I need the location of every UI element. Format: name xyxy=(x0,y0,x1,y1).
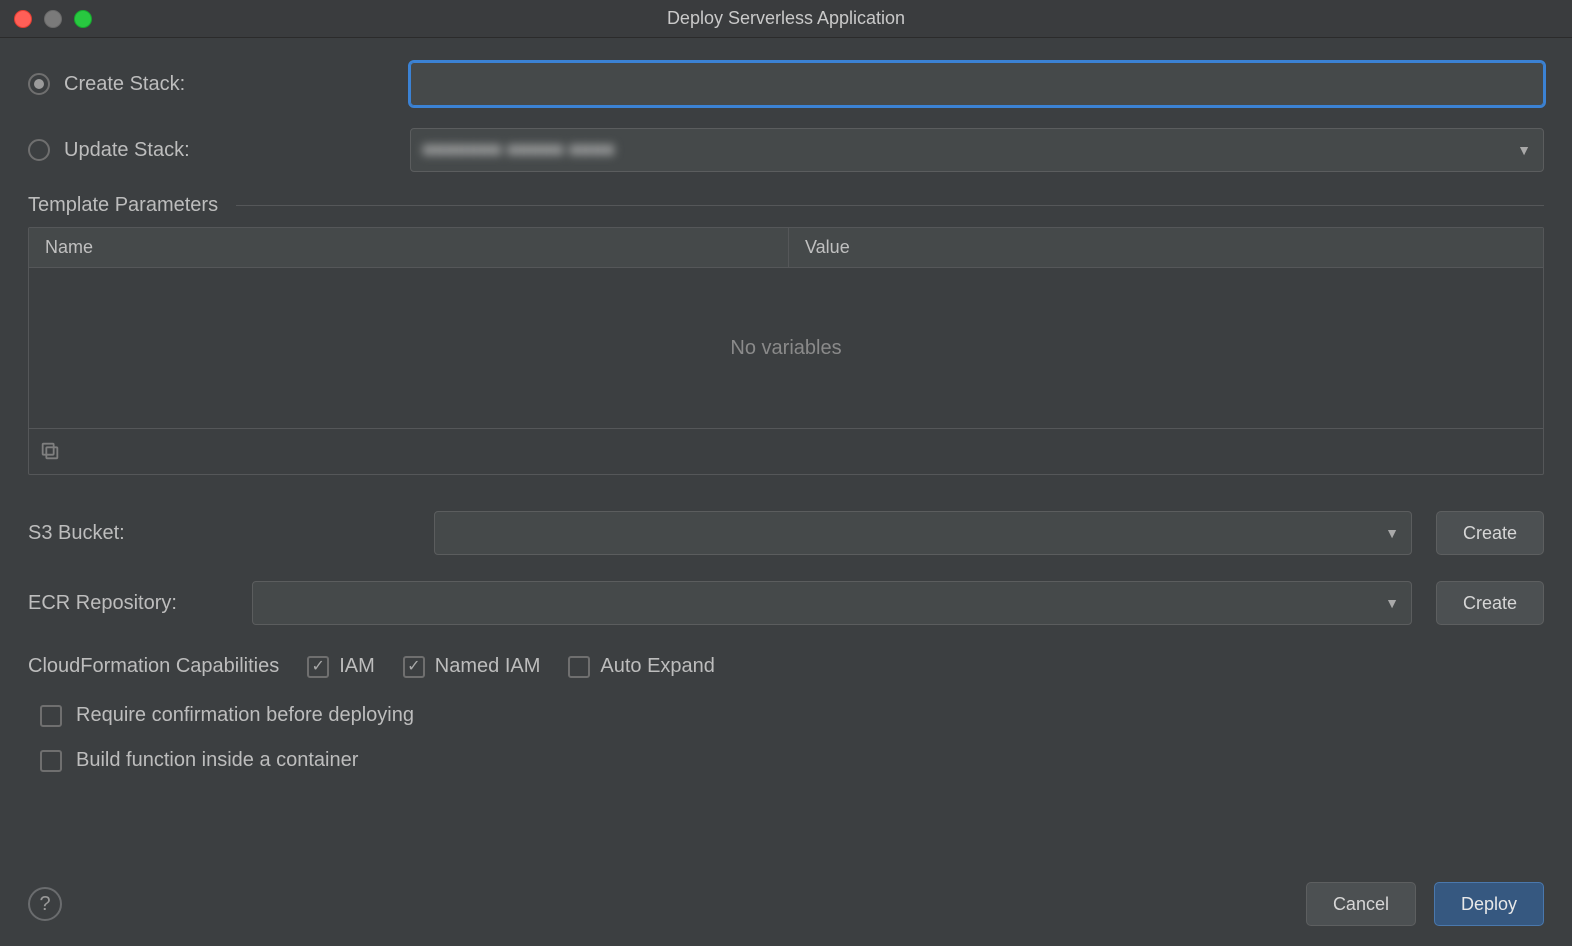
build-container-checkbox[interactable] xyxy=(40,750,62,772)
chevron-down-icon: ▼ xyxy=(1385,525,1399,541)
s3-bucket-select[interactable]: ▼ xyxy=(434,511,1412,555)
create-stack-radio[interactable] xyxy=(28,73,50,95)
help-button[interactable]: ? xyxy=(28,887,62,921)
column-value[interactable]: Value xyxy=(789,237,866,258)
ecr-repository-label: ECR Repository: xyxy=(28,592,177,615)
column-name[interactable]: Name xyxy=(29,228,789,267)
window-title: Deploy Serverless Application xyxy=(667,8,905,29)
create-ecr-repository-button[interactable]: Create xyxy=(1436,581,1544,625)
auto-expand-checkbox[interactable] xyxy=(568,656,590,678)
create-stack-input[interactable] xyxy=(410,62,1544,106)
named-iam-checkbox[interactable] xyxy=(403,656,425,678)
update-stack-select[interactable]: ■■■■■■■ ■■■■■ ■■■■ ▼ xyxy=(410,128,1544,172)
zoom-window-button[interactable] xyxy=(74,10,92,28)
create-s3-bucket-button[interactable]: Create xyxy=(1436,511,1544,555)
s3-bucket-label: S3 Bucket: xyxy=(28,522,125,545)
deploy-button[interactable]: Deploy xyxy=(1434,882,1544,926)
window-controls xyxy=(14,10,92,28)
table-header: Name Value xyxy=(29,228,1543,268)
require-confirmation-checkbox[interactable] xyxy=(40,705,62,727)
separator xyxy=(236,205,1544,206)
table-toolbar xyxy=(29,428,1543,474)
copy-icon[interactable] xyxy=(39,440,63,464)
table-empty-state: No variables xyxy=(29,268,1543,428)
chevron-down-icon: ▼ xyxy=(1385,595,1399,611)
chevron-down-icon: ▼ xyxy=(1517,142,1531,158)
template-parameters-label: Template Parameters xyxy=(28,194,218,217)
iam-checkbox[interactable] xyxy=(307,656,329,678)
update-stack-label: Update Stack: xyxy=(64,139,190,162)
capabilities-label: CloudFormation Capabilities xyxy=(28,655,279,678)
cancel-button[interactable]: Cancel xyxy=(1306,882,1416,926)
template-parameters-header: Template Parameters xyxy=(28,194,1544,217)
update-stack-radio[interactable] xyxy=(28,139,50,161)
auto-expand-label: Auto Expand xyxy=(600,655,715,678)
template-parameters-table: Name Value No variables xyxy=(28,227,1544,475)
create-stack-label: Create Stack: xyxy=(64,73,185,96)
build-container-label: Build function inside a container xyxy=(76,749,358,772)
ecr-repository-select[interactable]: ▼ xyxy=(252,581,1412,625)
update-stack-selected: ■■■■■■■ ■■■■■ ■■■■ xyxy=(423,140,615,160)
named-iam-label: Named IAM xyxy=(435,655,541,678)
close-window-button[interactable] xyxy=(14,10,32,28)
help-icon: ? xyxy=(39,893,50,916)
iam-label: IAM xyxy=(339,655,375,678)
minimize-window-button[interactable] xyxy=(44,10,62,28)
titlebar: Deploy Serverless Application xyxy=(0,0,1572,38)
no-variables-text: No variables xyxy=(730,337,841,360)
require-confirmation-label: Require confirmation before deploying xyxy=(76,704,414,727)
